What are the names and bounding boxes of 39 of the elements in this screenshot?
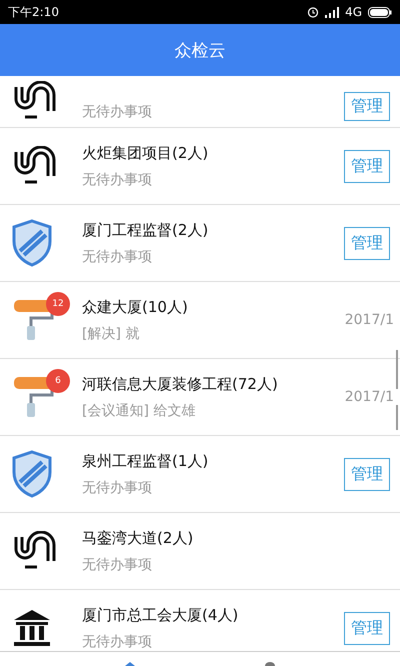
project-row[interactable]: 厦门工程监督(2人) 无待办事项 管理 xyxy=(0,205,400,282)
status-time: 下午2:10 xyxy=(8,4,59,20)
message-date: 2017/1 xyxy=(344,389,400,405)
loop-logo-icon xyxy=(12,146,58,186)
project-title: 马銮湾大道(2人) xyxy=(82,528,194,548)
project-title: 火炬集团项目(2人) xyxy=(82,144,210,162)
project-row[interactable]: 马銮湾大道(2人) 无待办事项 xyxy=(0,513,400,590)
unread-count-badge: 6 xyxy=(46,369,70,393)
project-title: 厦门市总工会大厦(4人) xyxy=(82,606,240,624)
project-status: [会议通知] 给文雄 xyxy=(82,402,196,420)
project-title: 厦门工程监督(2人) xyxy=(82,220,210,240)
project-title: 河联信息大厦装修工程(72人) xyxy=(82,374,279,394)
project-status: 无待办事项 xyxy=(82,478,153,496)
bank-icon xyxy=(12,608,52,648)
shield-icon xyxy=(12,450,52,498)
header-title: 众检云 xyxy=(174,40,226,62)
project-title: 众建大厦(10人) xyxy=(82,298,189,316)
shield-icon xyxy=(12,219,52,267)
project-row[interactable]: 泉州工程监督(1人) 无待办事项 管理 xyxy=(0,436,400,513)
home-tab-icon[interactable] xyxy=(125,662,135,666)
unread-count-badge: 12 xyxy=(46,292,70,316)
loop-logo-icon xyxy=(12,531,58,571)
signal-icon xyxy=(325,6,340,18)
project-title: 泉州工程监督(1人) xyxy=(82,452,210,470)
alarm-icon xyxy=(307,6,320,18)
network-type: 4G xyxy=(345,5,362,19)
project-status: 无待办事项 xyxy=(82,556,153,574)
project-status: 无待办事项 xyxy=(82,103,153,121)
project-row[interactable]: 火炬集团项目(2人) 无待办事项 管理 xyxy=(0,128,400,205)
project-status: 无待办事项 xyxy=(82,248,153,266)
project-row[interactable]: 6 河联信息大厦装修工程(72人) [会议通知] 给文雄 2017/1 xyxy=(0,359,400,436)
battery-icon xyxy=(368,6,392,18)
profile-tab-icon[interactable] xyxy=(265,662,275,666)
project-status: 无待办事项 xyxy=(82,170,153,188)
project-row[interactable]: 厦门市总工会大厦(4人) 无待办事项 管理 xyxy=(0,590,400,651)
project-status: [解决] 就 xyxy=(82,324,140,342)
project-status: 无待办事项 xyxy=(82,632,153,650)
project-row[interactable]: 12 众建大厦(10人) [解决] 就 2017/1 xyxy=(0,282,400,359)
loop-logo-icon xyxy=(12,81,58,121)
